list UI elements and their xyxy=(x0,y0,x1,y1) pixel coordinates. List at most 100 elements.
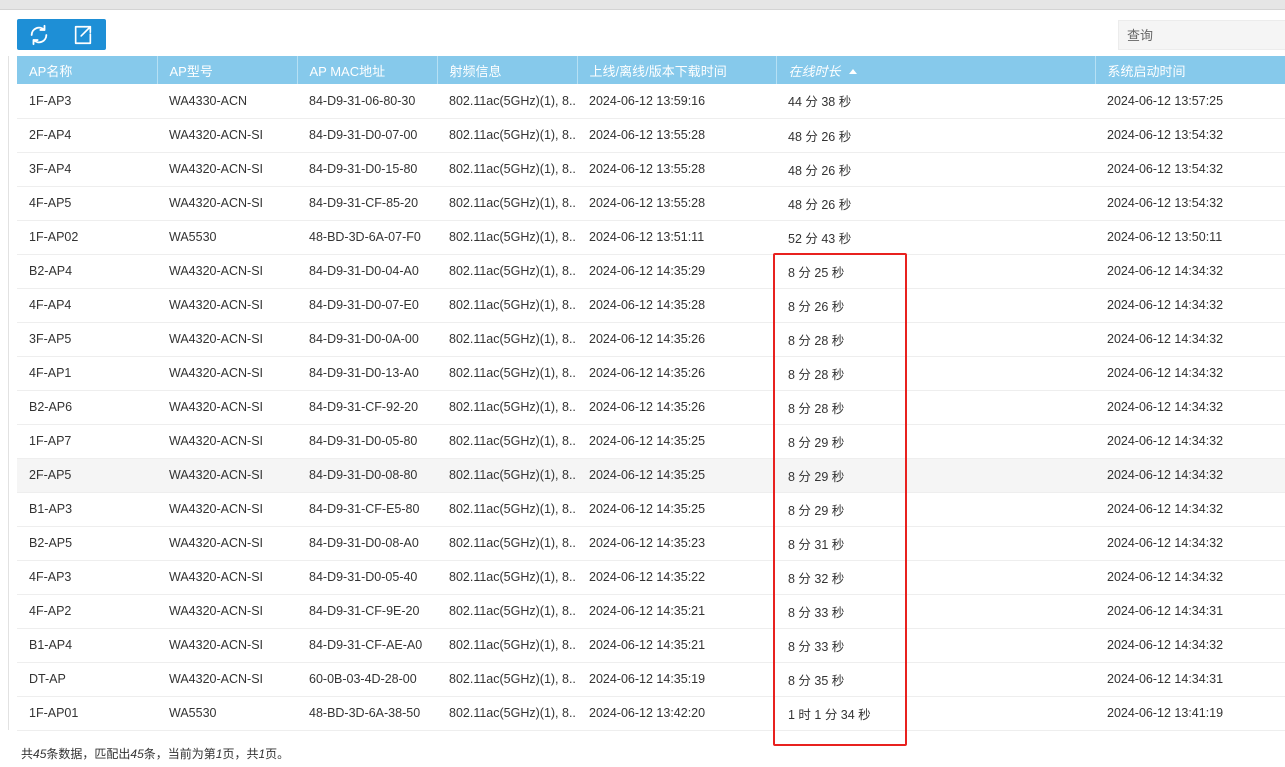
table-row[interactable]: 4F-AP5 WA4320-ACN-SI 84-D9-31-CF-85-20 802.… xyxy=(17,186,1285,220)
cell-uptime: 8 分 28 秒 xyxy=(788,367,845,382)
table-row[interactable]: DT-AP WA4320-ACN-SI 60-0B-03-4D-28-00 802.1… xyxy=(17,662,1285,696)
cell-ap-mac: 84-D9-31-D0-07-00 xyxy=(309,128,418,142)
table-row[interactable]: B1-AP4 WA4320-ACN-SI 84-D9-31-CF-AE-A0 802.… xyxy=(17,628,1285,662)
cell-radio-info: 802.11ac(5GHz)(1), 8... xyxy=(449,196,577,210)
cell-uptime: 8 分 28 秒 xyxy=(788,333,845,348)
cell-ap-mac: 84-D9-31-D0-07-E0 xyxy=(309,298,419,312)
refresh-button[interactable] xyxy=(17,19,61,50)
cell-ap-model: WA4320-ACN-SI xyxy=(169,400,264,414)
cell-online-time: 2024-06-12 13:59:16 xyxy=(589,93,706,108)
cell-ap-mac: 48-BD-3D-6A-38-50 xyxy=(309,706,421,720)
export-button[interactable] xyxy=(61,19,105,50)
cell-ap-mac: 84-D9-31-D0-0A-00 xyxy=(309,332,419,346)
column-header-label: AP名称 xyxy=(29,63,73,79)
column-header-label: AP MAC地址 xyxy=(309,63,386,79)
cell-ap-name: B1-AP4 xyxy=(29,638,73,652)
cell-boot-time: 2024-06-12 14:34:32 xyxy=(1107,638,1224,652)
cell-online-time: 2024-06-12 13:55:28 xyxy=(589,196,706,210)
cell-radio-info: 802.11ac(5GHz)(1), 8... xyxy=(449,536,577,550)
cell-ap-name: 2F-AP5 xyxy=(29,468,72,482)
cell-online-time: 2024-06-12 14:35:26 xyxy=(589,400,706,414)
cell-uptime: 8 分 32 秒 xyxy=(788,571,845,586)
table-row[interactable]: 4F-AP2 WA4320-ACN-SI 84-D9-31-CF-9E-20 802.… xyxy=(17,594,1285,628)
cell-ap-model: WA4320-ACN-SI xyxy=(169,502,264,516)
cell-online-time: 2024-06-12 14:35:23 xyxy=(589,536,706,550)
cell-online-time: 2024-06-12 13:55:28 xyxy=(589,162,706,176)
cell-boot-time: 2024-06-12 14:34:32 xyxy=(1107,264,1224,278)
cell-ap-name: 1F-AP3 xyxy=(29,93,72,108)
cell-boot-time: 2024-06-12 14:34:32 xyxy=(1107,332,1224,346)
cell-ap-mac: 84-D9-31-CF-92-20 xyxy=(309,400,419,414)
table-row[interactable]: 1F-AP01 WA5530 48-BD-3D-6A-38-50 802.11ac(5… xyxy=(17,696,1285,730)
cell-ap-name: 4F-AP1 xyxy=(29,366,72,380)
cell-ap-model: WA4320-ACN-SI xyxy=(169,638,264,652)
cell-radio-info: 802.11ac(5GHz)(1), 8... xyxy=(449,604,577,618)
table-row[interactable]: 3F-AP5 WA4320-ACN-SI 84-D9-31-D0-0A-00 802.… xyxy=(17,322,1285,356)
table-row[interactable]: B2-AP5 WA4320-ACN-SI 84-D9-31-D0-08-A0 802.… xyxy=(17,526,1285,560)
cell-radio-info: 802.11ac(5GHz)(1), 8... xyxy=(449,93,577,108)
top-bar xyxy=(0,0,1285,10)
cell-boot-time: 2024-06-12 14:34:32 xyxy=(1107,468,1224,482)
table-row[interactable]: 2F-AP4 WA4320-ACN-SI 84-D9-31-D0-07-00 802.… xyxy=(17,118,1285,152)
column-header-boot-time[interactable]: 系统启动时间 xyxy=(1095,56,1285,84)
column-header-ap-name[interactable]: AP名称 xyxy=(17,56,158,84)
cell-ap-mac: 84-D9-31-CF-9E-20 xyxy=(309,604,420,618)
cell-ap-name: 3F-AP5 xyxy=(29,332,72,346)
cell-radio-info: 802.11ac(5GHz)(1), 8... xyxy=(449,706,577,720)
cell-uptime: 8 分 29 秒 xyxy=(788,435,845,450)
cell-boot-time: 2024-06-12 13:54:32 xyxy=(1107,162,1224,176)
cell-uptime: 8 分 33 秒 xyxy=(788,639,845,654)
cell-ap-name: 3F-AP4 xyxy=(29,162,72,176)
total-count: 45 xyxy=(33,747,47,761)
cell-radio-info: 802.11ac(5GHz)(1), 8... xyxy=(449,570,577,584)
column-header-uptime[interactable]: 在线时长 xyxy=(776,56,1096,84)
table-row[interactable]: 4F-AP3 WA4320-ACN-SI 84-D9-31-D0-05-40 802.… xyxy=(17,560,1285,594)
column-header-label: 系统启动时间 xyxy=(1107,63,1186,79)
cell-ap-model: WA4320-ACN-SI xyxy=(169,468,264,482)
cell-ap-name: 4F-AP2 xyxy=(29,604,72,618)
cell-ap-mac: 60-0B-03-4D-28-00 xyxy=(309,672,417,686)
cell-ap-name: 1F-AP01 xyxy=(29,706,79,720)
table-row[interactable]: 3F-AP4 WA4320-ACN-SI 84-D9-31-D0-15-80 802.… xyxy=(17,152,1285,186)
table-row[interactable]: 2F-AP5 WA4320-ACN-SI 84-D9-31-D0-08-80 802.… xyxy=(17,458,1285,492)
cell-online-time: 2024-06-12 14:35:26 xyxy=(589,332,706,346)
cell-ap-mac: 84-D9-31-CF-AE-A0 xyxy=(309,638,423,652)
table-row[interactable]: 4F-AP4 WA4320-ACN-SI 84-D9-31-D0-07-E0 802.… xyxy=(17,288,1285,322)
sort-ascending-icon[interactable] xyxy=(848,68,857,74)
cell-online-time: 2024-06-12 13:42:20 xyxy=(589,706,706,720)
table-row[interactable]: B1-AP3 WA4320-ACN-SI 84-D9-31-CF-E5-80 802.… xyxy=(17,492,1285,526)
table-row[interactable]: 1F-AP7 WA4320-ACN-SI 84-D9-31-D0-05-80 802.… xyxy=(17,424,1285,458)
column-header-radio-info[interactable]: 射频信息 xyxy=(437,56,578,84)
cell-radio-info: 802.11ac(5GHz)(1), 8... xyxy=(449,128,577,142)
column-header-label: 射频信息 xyxy=(449,63,502,79)
cell-radio-info: 802.11ac(5GHz)(1), 8... xyxy=(449,298,577,312)
table-header: AP名称 AP型号 AP MAC地址 射频信息 上线/离线/版本下载时间 在线时长 系统启动… xyxy=(17,56,1285,84)
cell-online-time: 2024-06-12 14:35:25 xyxy=(589,502,706,516)
table-row[interactable]: B2-AP6 WA4320-ACN-SI 84-D9-31-CF-92-20 802.… xyxy=(17,390,1285,424)
column-header-online-time[interactable]: 上线/离线/版本下载时间 xyxy=(577,56,777,84)
ap-table: AP名称 AP型号 AP MAC地址 射频信息 上线/离线/版本下载时间 在线时长 系统启动… xyxy=(17,56,1285,731)
cell-ap-model: WA4320-ACN-SI xyxy=(169,264,264,278)
cell-ap-name: 1F-AP02 xyxy=(29,230,79,244)
column-header-ap-model[interactable]: AP型号 xyxy=(157,56,298,84)
cell-online-time: 2024-06-12 14:35:19 xyxy=(589,672,706,686)
cell-boot-time: 2024-06-12 13:50:11 xyxy=(1107,230,1223,244)
cell-uptime: 8 分 35 秒 xyxy=(788,673,845,688)
cell-uptime: 52 分 43 秒 xyxy=(788,231,852,246)
cell-ap-model: WA4320-ACN-SI xyxy=(169,672,264,686)
table-row[interactable]: 4F-AP1 WA4320-ACN-SI 84-D9-31-D0-13-A0 802.… xyxy=(17,356,1285,390)
table-row[interactable]: 1F-AP02 WA5530 48-BD-3D-6A-07-F0 802.11ac(5… xyxy=(17,220,1285,254)
table-row[interactable]: B2-AP4 WA4320-ACN-SI 84-D9-31-D0-04-A0 802.… xyxy=(17,254,1285,288)
table-row[interactable]: 1F-AP3 WA4330-ACN 84-D9-31-06-80-30 802.11a… xyxy=(17,84,1285,118)
cell-online-time: 2024-06-12 14:35:21 xyxy=(589,604,706,618)
cell-boot-time: 2024-06-12 14:34:32 xyxy=(1107,502,1224,516)
cell-ap-mac: 84-D9-31-D0-08-80 xyxy=(309,468,418,482)
column-header-label: 上线/离线/版本下载时间 xyxy=(589,63,727,79)
cell-online-time: 2024-06-12 14:35:26 xyxy=(589,366,706,380)
column-header-label: AP型号 xyxy=(169,63,213,79)
column-header-ap-mac[interactable]: AP MAC地址 xyxy=(297,56,438,84)
search-input[interactable] xyxy=(1118,20,1285,50)
cell-ap-model: WA4330-ACN xyxy=(169,93,248,108)
cell-boot-time: 2024-06-12 14:34:32 xyxy=(1107,400,1224,414)
cell-ap-name: B2-AP6 xyxy=(29,400,73,414)
